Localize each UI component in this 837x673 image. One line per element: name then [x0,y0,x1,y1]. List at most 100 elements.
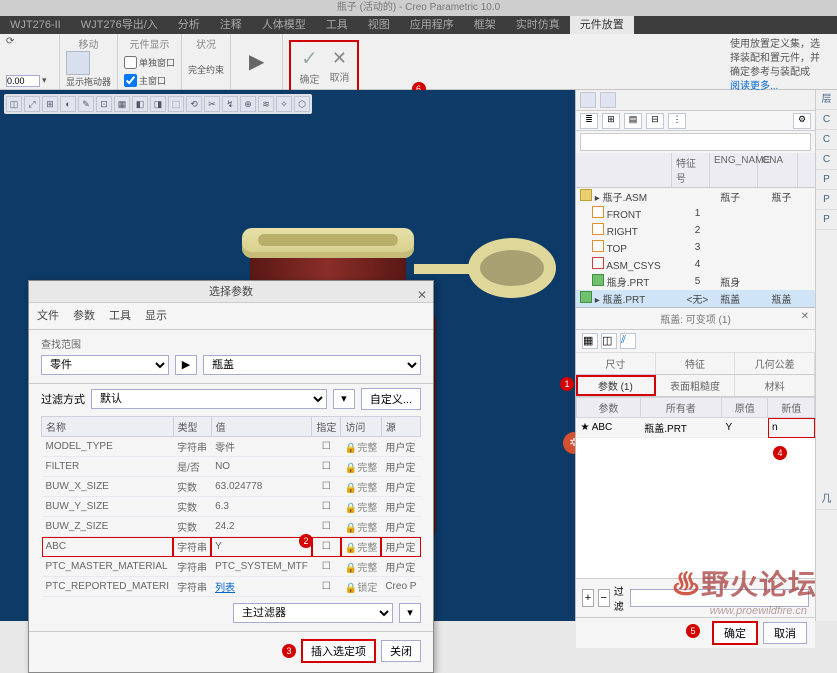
side-tab-icon[interactable]: P [816,190,837,210]
param-row[interactable]: PTC_MASTER_MATERIAL字符串PTC_SYSTEM_MTF☐🔒完整… [42,557,421,577]
tree-view-icon[interactable]: ▤ [624,113,642,129]
show-drag-icon[interactable] [66,51,90,75]
menu-tab[interactable]: 元件放置 [570,16,634,34]
insert-selected-button[interactable]: 插入选定项 [302,640,375,662]
tree-node[interactable]: ▸ 瓶盖.PRT<无>瓶盖瓶盖 [576,290,815,307]
varopt-tab[interactable]: 表面粗糙度 [656,375,736,396]
menu-tab[interactable]: 分析 [168,16,210,34]
tree-node[interactable]: ▸ 瓶子.ASM瓶子瓶子 [576,188,815,205]
side-tab-icon[interactable]: C [816,150,837,170]
varopt-tab[interactable]: 几何公差 [735,353,815,374]
menu-tab[interactable]: 视图 [358,16,400,34]
side-tab-icon[interactable]: P [816,210,837,230]
menu-tab[interactable]: 注释 [210,16,252,34]
tree-node[interactable]: RIGHT2 [576,222,815,239]
param-row[interactable]: MODEL_TYPE字符串零件☐🔒完整用户定 [42,437,421,457]
main-filter-select[interactable]: 主过滤器 [233,603,393,623]
panel-icon[interactable] [600,92,616,108]
cancel-x-icon[interactable]: ✕ [329,48,349,69]
tree-settings-icon[interactable]: ⚙ [793,113,811,129]
varopt-ok-button[interactable]: 确定 [713,622,757,644]
tree-node[interactable]: FRONT1 [576,205,815,222]
remove-button[interactable]: − [598,589,610,607]
model-tree[interactable]: ▸ 瓶子.ASM瓶子瓶子 FRONT1 RIGHT2 TOP3 ASM_CSYS… [576,188,815,307]
param-row[interactable]: BUW_Y_SIZE实数6.3☐🔒完整用户定 [42,497,421,517]
model-jar-lid[interactable] [242,228,414,258]
vtool-icon[interactable]: ✎ [78,96,94,112]
varopt-cancel-button[interactable]: 取消 [763,622,807,644]
param-table[interactable]: 名称类型值指定访问源 MODEL_TYPE字符串零件☐🔒完整用户定FILTER是… [41,416,421,597]
tree-search-input[interactable] [580,133,811,151]
dialog-menu-item[interactable]: 参数 [73,307,95,323]
tree-view-icon[interactable]: ⊟ [646,113,664,129]
vtool-icon[interactable]: ◐ [60,96,76,112]
varopt-table[interactable]: 参数所有者原值新值 ★ ABC 瓶盖.PRT Y n [576,397,815,438]
dialog-menu-item[interactable]: 显示 [145,307,167,323]
tree-view-icon[interactable]: ≣ [580,113,598,129]
vtool-icon[interactable]: ⬡ [294,96,310,112]
separate-window-check[interactable] [124,56,137,69]
varopt-icon[interactable]: ◫ [601,333,617,349]
vtool-icon[interactable]: ✂ [204,96,220,112]
vtool-icon[interactable]: ◫ [6,96,22,112]
main-window-check[interactable] [124,74,137,87]
menu-tab[interactable]: WJT276导出/入 [71,16,168,34]
add-button[interactable]: + [582,589,594,607]
dialog-menu-item[interactable]: 文件 [37,307,59,323]
menu-tab[interactable]: 应用程序 [400,16,464,34]
side-tab-icon[interactable]: 几 [816,490,837,510]
vtool-icon[interactable]: ◧ [132,96,148,112]
param-row[interactable]: BUW_X_SIZE实数63.024778☐🔒完整用户定 [42,477,421,497]
offset-input[interactable] [6,75,40,87]
vtool-icon[interactable]: ⊞ [42,96,58,112]
vtool-icon[interactable]: ↯ [222,96,238,112]
param-row[interactable]: ABC字符串Y☐🔒完整用户定 [42,537,421,557]
param-row[interactable]: FILTER是/否NO☐🔒完整用户定 [42,457,421,477]
side-tab-icon[interactable]: C [816,130,837,150]
filter-select[interactable]: 默认 [91,389,327,409]
vtool-icon[interactable]: ▦ [114,96,130,112]
varopt-close-icon[interactable]: ✕ [801,311,809,322]
panel-icon[interactable] [580,92,596,108]
play-icon[interactable]: ▶ [237,49,276,74]
tree-node[interactable]: 瓶身.PRT5瓶身 [576,273,815,290]
varopt-tab[interactable]: 参数 (1) [576,375,656,396]
vtool-icon[interactable]: ⊡ [96,96,112,112]
menu-tab[interactable]: 实时仿真 [506,16,570,34]
close-button[interactable]: 关闭 [381,640,421,662]
vtool-icon[interactable]: ⤢ [24,96,40,112]
3d-viewport[interactable]: ◫⤢⊞◐✎⊡▦◧◨⬚⟲✂↯⊕≋✧⬡ ✲ 选择参数✕ 文件参数工具显示 查找范围 … [0,90,575,621]
varopt-tab[interactable]: 材料 [735,375,815,396]
scope-part-select[interactable]: 瓶盖 [203,355,421,375]
side-tab-icon[interactable]: C [816,110,837,130]
varopt-icon[interactable]: ▦ [582,333,598,349]
vtool-icon[interactable]: ⊕ [240,96,256,112]
vtool-icon[interactable]: ✧ [276,96,292,112]
pick-icon[interactable]: ▶ [175,355,197,375]
varopt-newval-cell[interactable]: n [768,418,815,438]
vtool-icon[interactable]: ⟲ [186,96,202,112]
scope-select[interactable]: 零件 [41,355,169,375]
param-row[interactable]: BUW_Z_SIZE实数24.2☐🔒完整用户定 [42,517,421,537]
tree-node[interactable]: ASM_CSYS4 [576,256,815,273]
model-lid-ring[interactable] [468,238,556,298]
menu-tab[interactable]: 工具 [316,16,358,34]
vtool-icon[interactable]: ⬚ [168,96,184,112]
customize-button[interactable]: 自定义... [361,388,421,410]
varopt-tab[interactable]: 尺寸 [576,353,656,374]
model-lid-arm[interactable] [414,264,474,274]
filter-btn-icon[interactable]: ▾ [399,603,421,623]
side-tab-icon[interactable]: P [816,170,837,190]
tree-view-icon[interactable]: ⋮ [668,113,686,129]
side-tab-icon[interactable]: 层 [816,90,837,110]
menu-tab[interactable]: 人体模型 [252,16,316,34]
tree-view-icon[interactable]: ⊞ [602,113,620,129]
vtool-icon[interactable]: ≋ [258,96,274,112]
varopt-icon[interactable]: ⫽ [620,333,636,349]
tree-node[interactable]: TOP3 [576,239,815,256]
dialog-menu-item[interactable]: 工具 [109,307,131,323]
varopt-tab[interactable]: 特征 [656,353,736,374]
vtool-icon[interactable]: ◨ [150,96,166,112]
menu-tab[interactable]: WJT276-II [0,16,71,34]
dialog-close-icon[interactable]: ✕ [417,284,427,306]
